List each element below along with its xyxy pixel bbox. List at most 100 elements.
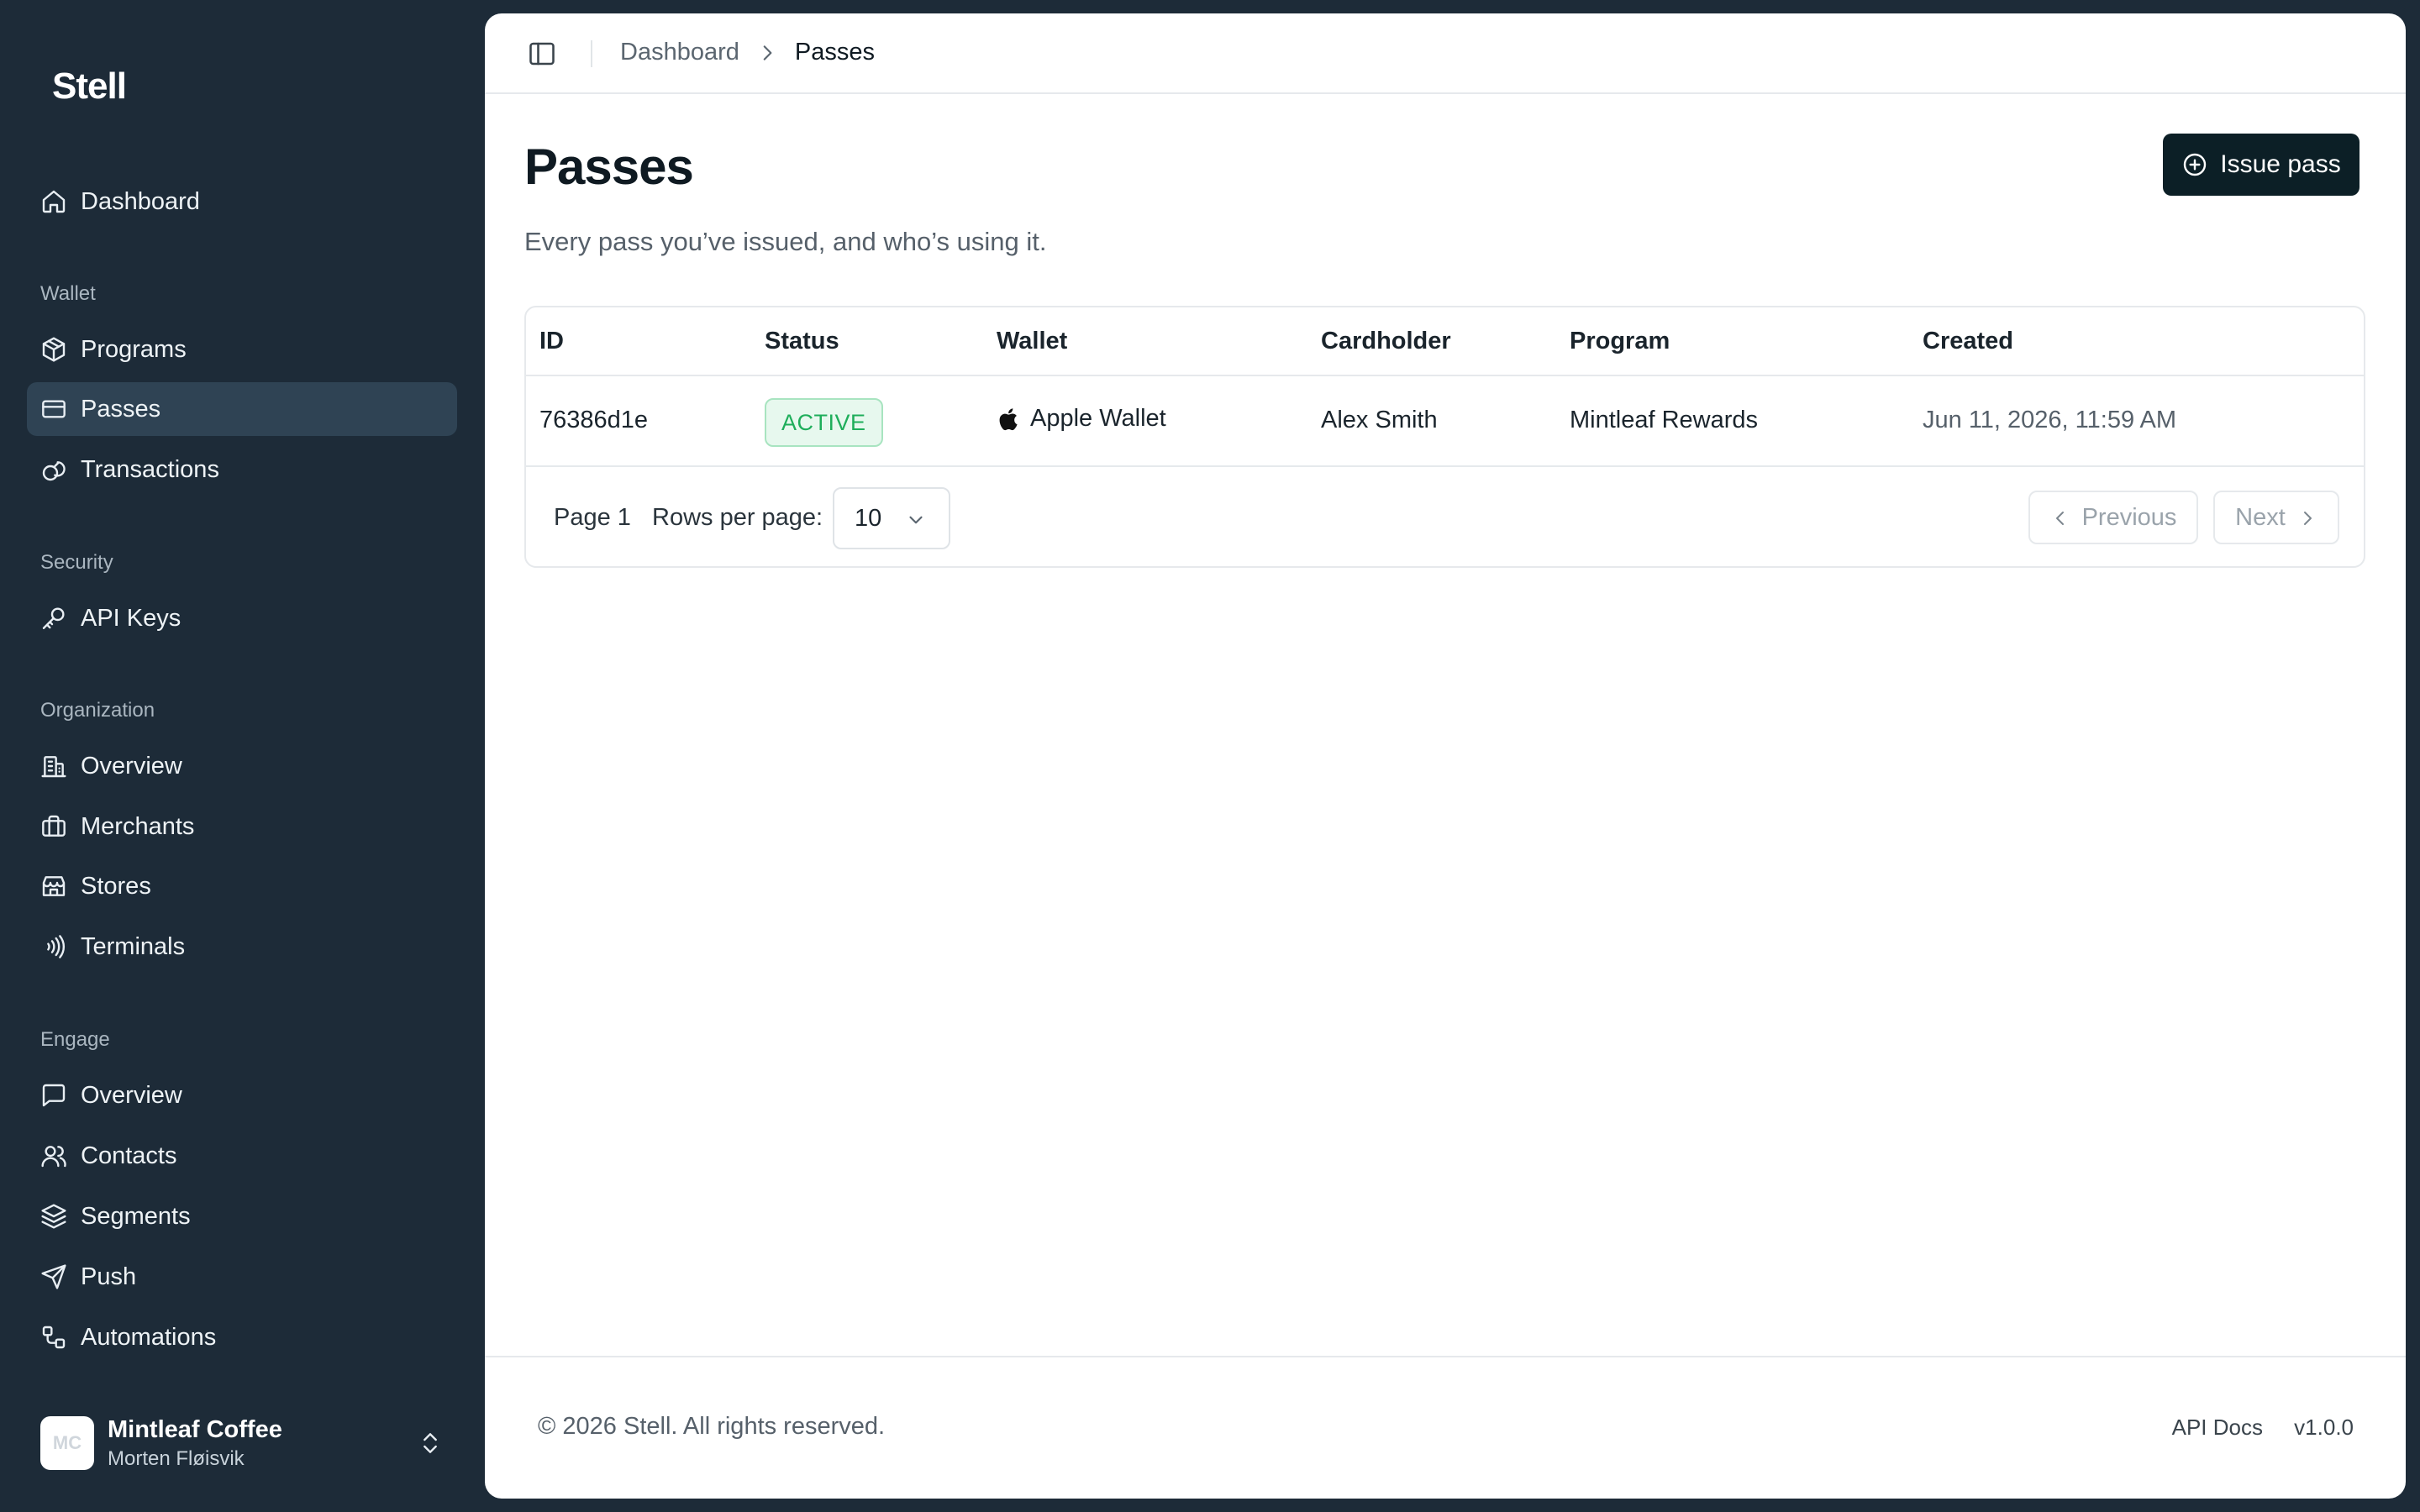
contactless-icon	[40, 933, 67, 960]
sidebar-item-org-overview[interactable]: Overview	[27, 739, 457, 793]
sidebar: Stell Dashboard Wallet Programs Passes T…	[0, 0, 484, 1512]
sidebar-item-stores[interactable]: Stores	[27, 859, 457, 913]
sidebar-item-label: Terminals	[81, 932, 186, 960]
building-icon	[40, 753, 67, 780]
table-row[interactable]: 76386d1e ACTIVE Apple Wallet Alex Smith …	[526, 376, 2364, 467]
section-label-security: Security	[40, 551, 113, 574]
org-switcher[interactable]: MC Mintleaf Coffee Morten Fløisvik	[27, 1404, 457, 1482]
breadcrumb-current: Passes	[794, 39, 875, 66]
program-name: Mintleaf Rewards	[1570, 407, 1759, 433]
page-indicator: Page 1	[554, 504, 631, 531]
rows-per-page-value: 10	[855, 504, 882, 532]
sidebar-scroll-fade	[0, 1369, 484, 1403]
chevron-left-icon	[2050, 507, 2070, 528]
page-subtitle: Every pass you’ve issued, and who’s usin…	[524, 227, 1047, 256]
column-header-status[interactable]: Status	[765, 328, 839, 355]
org-name: Mintleaf Coffee	[108, 1415, 282, 1443]
sidebar-item-dashboard[interactable]: Dashboard	[27, 175, 457, 228]
cardholder-name: Alex Smith	[1321, 407, 1438, 433]
rows-per-page-label: Rows per page:	[652, 504, 823, 531]
issue-pass-label: Issue pass	[2220, 150, 2341, 178]
chevron-right-icon	[2297, 507, 2317, 528]
sidebar-item-label: Transactions	[81, 455, 219, 483]
package-icon	[40, 336, 67, 363]
breadcrumb: Dashboard Passes	[620, 39, 875, 66]
next-label: Next	[2235, 503, 2286, 531]
sidebar-item-segments[interactable]: Segments	[27, 1189, 457, 1243]
sidebar-item-push[interactable]: Push	[27, 1250, 457, 1304]
users-icon	[40, 1142, 67, 1169]
sidebar-item-label: Passes	[81, 395, 161, 423]
pagination: Page 1 Rows per page: 10 Previous Next	[526, 467, 2364, 566]
passes-table: ID Status Wallet Cardholder Program Crea…	[524, 306, 2365, 568]
previous-label: Previous	[2081, 503, 2177, 531]
sidebar-toggle-icon[interactable]	[527, 39, 557, 69]
column-header-created[interactable]: Created	[1923, 328, 2013, 355]
sidebar-item-label: Programs	[81, 335, 187, 363]
column-header-id[interactable]: ID	[539, 328, 564, 355]
layers-icon	[40, 1203, 67, 1230]
wallet-name: Apple Wallet	[1030, 405, 1166, 432]
sidebar-item-merchants[interactable]: Merchants	[27, 800, 457, 853]
sidebar-item-contacts[interactable]: Contacts	[27, 1129, 457, 1183]
workflow-icon	[40, 1324, 67, 1351]
sidebar-item-api-keys[interactable]: API Keys	[27, 591, 457, 645]
sidebar-item-label: Overview	[81, 752, 182, 780]
sidebar-item-label: Push	[81, 1263, 137, 1290]
column-header-program[interactable]: Program	[1570, 328, 1670, 355]
send-icon	[40, 1263, 67, 1290]
wallet-cell: Apple Wallet	[997, 405, 1166, 433]
previous-page-button[interactable]: Previous	[2028, 491, 2198, 544]
pass-id[interactable]: 76386d1e	[539, 407, 648, 434]
brand-logo[interactable]: Stell	[52, 66, 127, 108]
sidebar-item-transactions[interactable]: Transactions	[27, 443, 457, 496]
section-label-organization: Organization	[40, 699, 155, 722]
sidebar-item-programs[interactable]: Programs	[27, 323, 457, 376]
created-date: Jun 11, 2026, 11:59 AM	[1923, 407, 2177, 433]
sidebar-item-label: Merchants	[81, 812, 195, 840]
sidebar-item-label: Stores	[81, 872, 151, 900]
sidebar-item-engage-overview[interactable]: Overview	[27, 1068, 457, 1122]
chevrons-up-down-icon	[417, 1430, 444, 1457]
page-title: Passes	[524, 139, 694, 195]
rows-per-page-select[interactable]: 10	[833, 487, 950, 549]
store-icon	[40, 873, 67, 900]
status-badge: ACTIVE	[765, 398, 883, 447]
sidebar-item-label: Contacts	[81, 1142, 177, 1169]
key-icon	[40, 605, 67, 632]
sidebar-item-passes[interactable]: Passes	[27, 382, 457, 436]
message-square-icon	[40, 1082, 67, 1109]
column-header-wallet[interactable]: Wallet	[997, 328, 1067, 355]
avatar: MC	[40, 1416, 94, 1470]
credit-card-icon	[40, 396, 67, 423]
sidebar-item-label: Dashboard	[81, 187, 200, 215]
section-label-wallet: Wallet	[40, 282, 96, 305]
plus-circle-icon	[2181, 151, 2208, 178]
sidebar-item-label: Automations	[81, 1323, 217, 1351]
breadcrumb-dashboard-link[interactable]: Dashboard	[620, 39, 739, 66]
divider	[591, 40, 592, 67]
sidebar-item-automations[interactable]: Automations	[27, 1310, 457, 1364]
apple-icon	[997, 407, 1018, 432]
sidebar-item-label: Segments	[81, 1202, 191, 1230]
home-icon	[40, 188, 67, 215]
next-page-button[interactable]: Next	[2213, 491, 2339, 544]
sidebar-item-label: Overview	[81, 1081, 182, 1109]
sidebar-item-terminals[interactable]: Terminals	[27, 920, 457, 974]
section-label-engage: Engage	[40, 1028, 110, 1051]
column-header-cardholder[interactable]: Cardholder	[1321, 328, 1451, 355]
briefcase-icon	[40, 813, 67, 840]
user-name: Morten Fløisvik	[108, 1446, 245, 1470]
api-docs-link[interactable]: API Docs	[2172, 1415, 2263, 1441]
table-header: ID Status Wallet Cardholder Program Crea…	[526, 307, 2364, 376]
chevron-down-icon	[905, 509, 927, 531]
coins-icon	[40, 456, 67, 483]
copyright-text: © 2026 Stell. All rights reserved.	[538, 1413, 886, 1440]
footer: © 2026 Stell. All rights reserved. API D…	[485, 1356, 2406, 1499]
sidebar-item-label: API Keys	[81, 604, 182, 632]
issue-pass-button[interactable]: Issue pass	[2163, 134, 2360, 196]
chevron-right-icon	[756, 42, 778, 64]
version-label: v1.0.0	[2294, 1415, 2354, 1440]
topbar: Dashboard Passes	[485, 13, 2406, 94]
main-panel: Dashboard Passes Passes Every pass you’v…	[485, 13, 2406, 1499]
